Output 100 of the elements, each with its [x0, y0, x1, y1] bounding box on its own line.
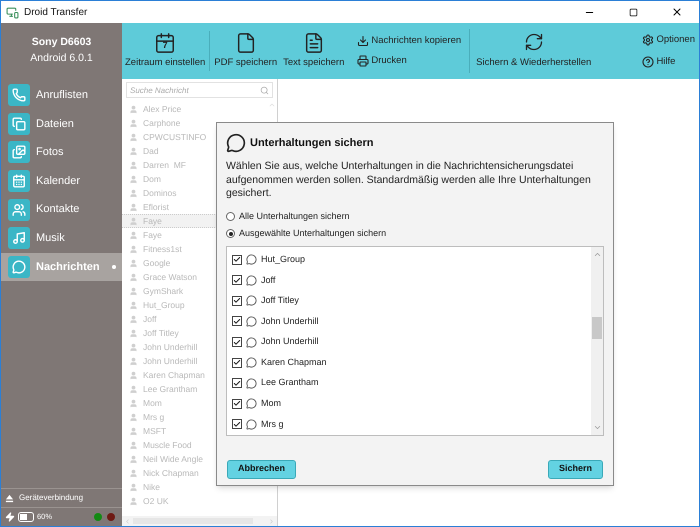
photos-icon: [8, 141, 30, 164]
person-icon: [129, 342, 138, 352]
nav-item[interactable]: Musik: [1, 224, 122, 253]
nav-item[interactable]: Fotos: [1, 138, 122, 167]
person-icon: [129, 468, 138, 478]
person-icon: [129, 146, 138, 156]
toolbar-button[interactable]: Hilfe: [642, 55, 695, 70]
checkbox[interactable]: [232, 398, 242, 409]
nav-item[interactable]: Kontakte: [1, 195, 122, 224]
chat-icon: [246, 295, 257, 306]
nav-item[interactable]: Kalender: [1, 166, 122, 196]
help-icon: [642, 56, 654, 68]
nav-item[interactable]: Dateien: [1, 110, 122, 138]
chat-icon: [246, 254, 257, 266]
dialog-description: Wählen Sie aus, welche Unterhaltungen in die Nachrichtensicherungsdatei aufgenommen werden sollen. Standardmäßig werden alle Ihre Unterhaltungen gesichert.: [226, 160, 592, 200]
person-icon: [129, 202, 138, 212]
charging-icon: [5, 512, 15, 522]
phone-icon: [8, 84, 30, 106]
calendar-icon: [154, 32, 176, 54]
person-icon: [129, 412, 138, 422]
person-icon: [129, 384, 138, 394]
person-icon: [129, 314, 138, 324]
checkbox[interactable]: [232, 254, 242, 265]
toolbar-button[interactable]: Text speichern: [280, 23, 348, 79]
close-icon[interactable]: [671, 6, 683, 18]
radio-option[interactable]: Ausgewählte Unterhaltungen sichern: [226, 227, 604, 240]
calendar-date: 7: [162, 40, 168, 50]
conversation-name: Karen Chapman: [261, 356, 327, 369]
connection-label[interactable]: Geräteverbindung: [19, 492, 84, 504]
person-icon: [129, 370, 138, 380]
chat-icon: [246, 398, 257, 410]
contact-item[interactable]: O2 UK: [122, 494, 267, 508]
conversation-name: John Underhill: [261, 314, 319, 328]
toolbar-button[interactable]: 7 Zeitraum einstellen: [122, 23, 208, 79]
chat-icon: [246, 316, 257, 327]
search-field[interactable]: Suche Nachricht: [126, 82, 273, 98]
chat-icon: [246, 336, 257, 348]
people-icon: [8, 198, 30, 221]
dialog-button[interactable]: Sichern: [548, 460, 603, 478]
battery-icon: [20, 514, 32, 520]
toolbar-button[interactable]: PDF speichern: [211, 23, 280, 79]
sync-icon: [524, 32, 544, 52]
chat-icon: [246, 357, 257, 368]
toolbar-button[interactable]: Drucken: [357, 54, 462, 68]
printer-icon: [357, 55, 370, 68]
toolbar-button[interactable]: Optionen: [642, 32, 695, 47]
conversation-name: Joff: [261, 274, 276, 287]
person-icon: [129, 328, 138, 338]
contact-item[interactable]: Muscle Food: [122, 438, 267, 452]
person-icon: [129, 286, 138, 296]
person-icon: [129, 258, 138, 268]
checkbox[interactable]: [232, 275, 242, 286]
contact-item[interactable]: Nike: [122, 480, 267, 494]
maximize-icon[interactable]: [628, 8, 638, 16]
nav-item[interactable]: Nachrichten: [1, 252, 122, 282]
eject-icon: [5, 494, 14, 502]
device-os: Android 6.0.1: [30, 51, 93, 66]
person-icon: [129, 272, 138, 282]
conversation-name: John Underhill: [261, 335, 319, 348]
toolbar-button[interactable]: Sichern & Wiederherstellen: [472, 23, 596, 79]
toolbar-button[interactable]: Nachrichten kopieren: [357, 34, 462, 48]
conversation-name: Hut_Group: [261, 253, 306, 266]
contact-item[interactable]: Alex Price: [122, 102, 267, 116]
checkbox[interactable]: [232, 358, 242, 368]
checkbox[interactable]: [232, 378, 242, 388]
person-icon: [129, 216, 138, 226]
chat-icon: [246, 378, 257, 389]
chat-icon: [246, 274, 257, 286]
music-icon: [8, 227, 30, 250]
contact-item[interactable]: Carphone: [122, 116, 267, 130]
person-icon: [129, 398, 138, 408]
settings-icon: [642, 34, 654, 46]
app-icon: [6, 6, 19, 18]
person-icon: [129, 188, 138, 198]
nav-item[interactable]: Anruflisten: [1, 81, 122, 110]
scroll-thumb[interactable]: [592, 316, 602, 338]
dialog-button[interactable]: Abbrechen: [227, 460, 296, 478]
chat-icon: [226, 133, 246, 153]
scrollbar[interactable]: [591, 246, 603, 434]
person-icon: [129, 300, 138, 310]
person-icon: [129, 104, 138, 114]
person-icon: [129, 244, 138, 254]
conversation-name: Mrs g: [261, 418, 284, 431]
chat-icon: [8, 256, 30, 278]
person-icon: [129, 118, 138, 128]
person-icon: [129, 174, 138, 184]
calendar-icon: [8, 170, 30, 192]
checkbox[interactable]: [232, 316, 242, 326]
checkbox[interactable]: [232, 337, 242, 348]
person-icon: [129, 356, 138, 366]
person-icon: [129, 440, 138, 450]
device-name: Sony D6603: [32, 35, 92, 50]
window-title: Droid Transfer: [24, 6, 88, 20]
person-icon: [129, 230, 138, 240]
checkbox[interactable]: [232, 419, 242, 430]
contact-item[interactable]: Fitness1st: [122, 242, 267, 256]
person-icon: [129, 160, 138, 170]
checkbox[interactable]: [232, 296, 242, 306]
conversation-name: Mom: [261, 396, 281, 410]
dialog-title: Unterhaltungen sichern: [250, 136, 374, 151]
